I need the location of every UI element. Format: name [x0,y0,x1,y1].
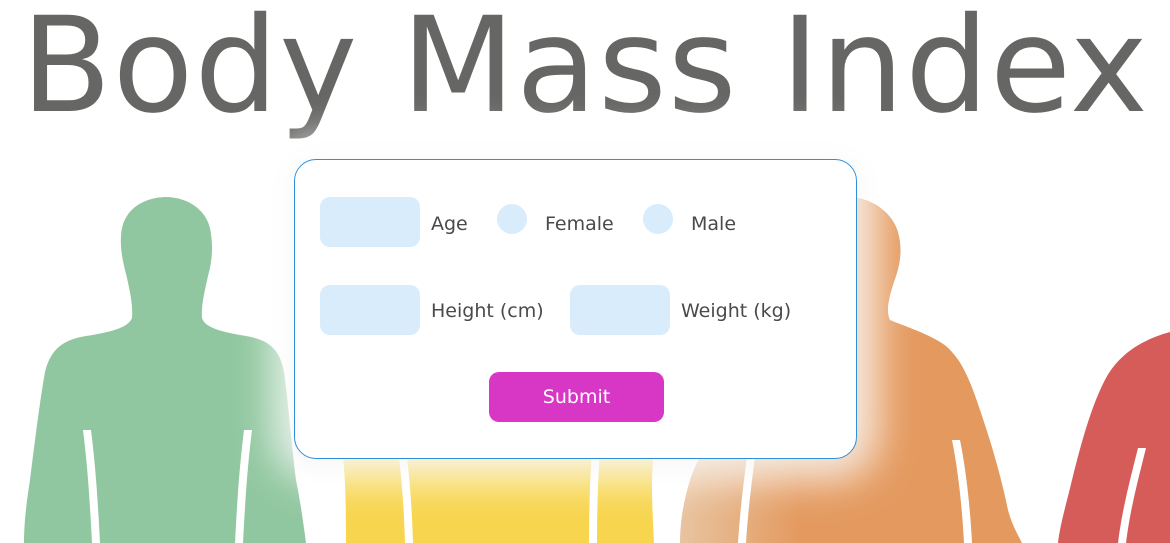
age-label: Age [431,213,468,235]
male-label: Male [691,213,737,235]
bmi-page: Body Mass Index Age Female Male Height (… [0,0,1170,543]
page-title: Body Mass Index [21,0,1149,143]
submit-button[interactable]: Submit [489,372,664,422]
bmi-form-card: Age Female Male Height (cm) Weight (kg) … [294,159,857,459]
figure-obese [1058,332,1170,543]
age-input[interactable] [320,197,420,247]
female-radio[interactable] [497,204,527,234]
figure-underweight [24,197,306,543]
male-radio[interactable] [643,204,673,234]
height-input[interactable] [320,285,420,335]
female-label: Female [545,213,614,235]
weight-label: Weight (kg) [681,300,792,322]
height-label: Height (cm) [431,300,544,322]
weight-input[interactable] [570,285,670,335]
